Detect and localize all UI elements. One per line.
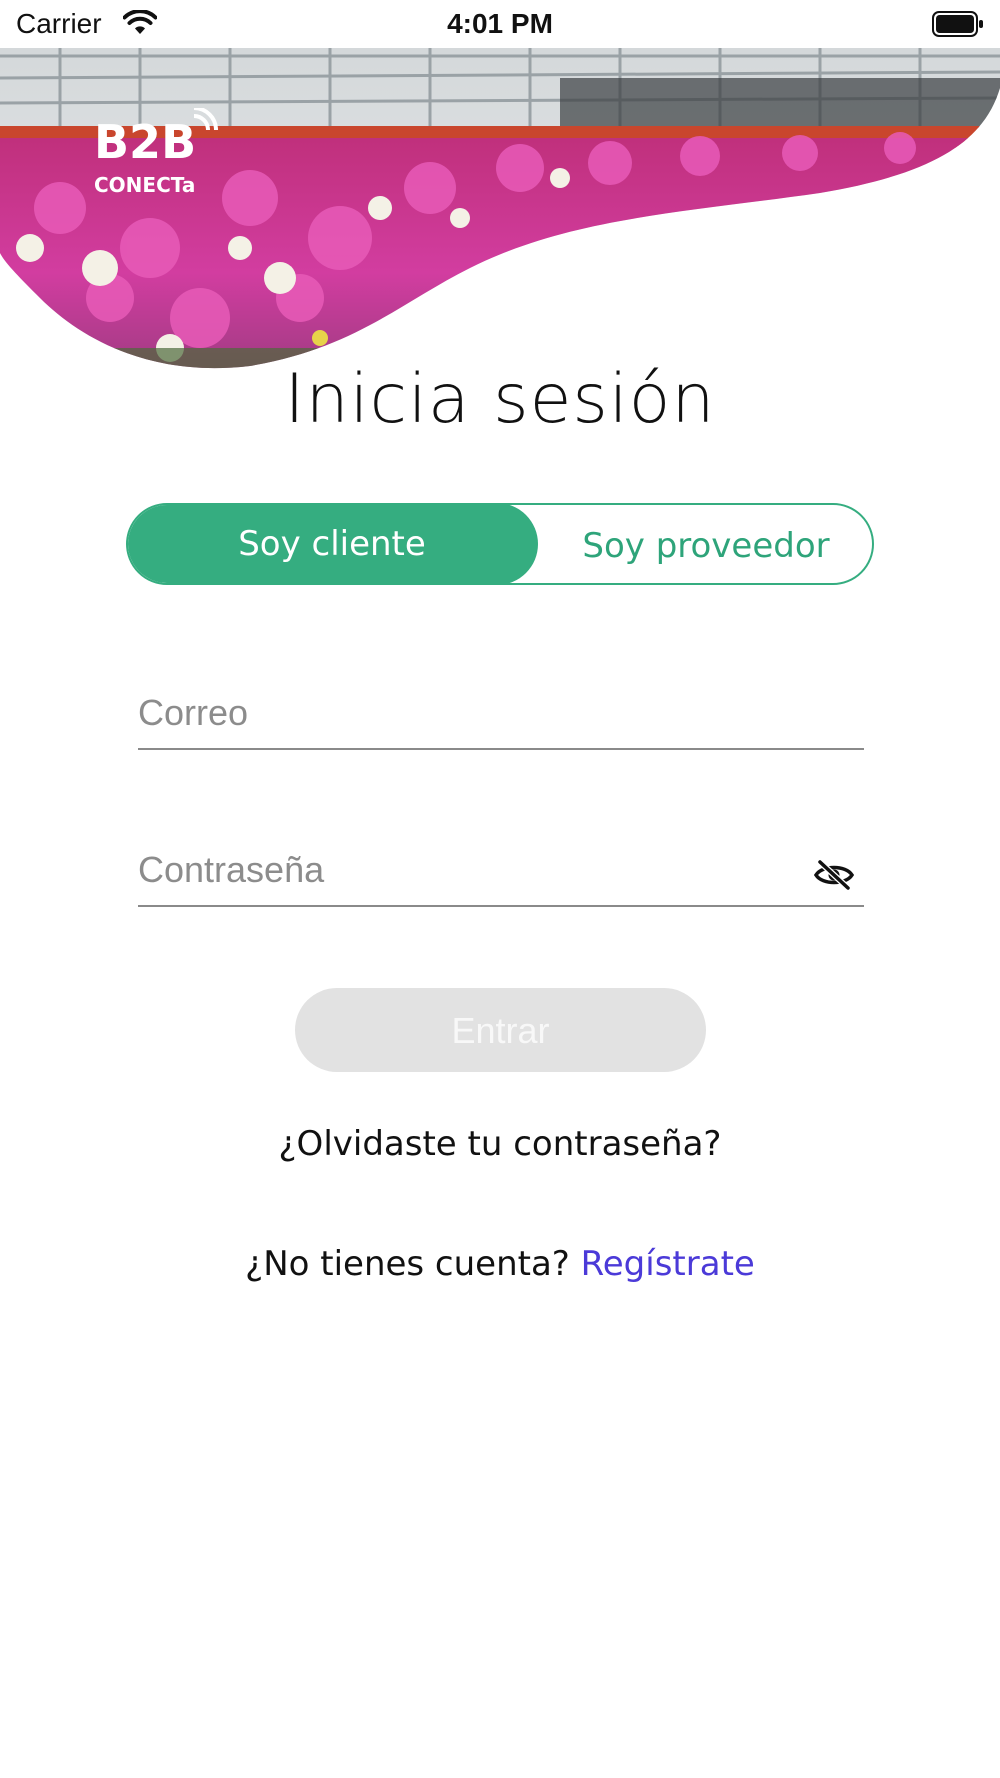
b2b-conecta-logo: B2B CONECTa [94,108,218,197]
forgot-password-link[interactable]: ¿Olvidaste tu contraseña? [0,1124,1000,1164]
email-field [138,668,864,750]
battery-icon [932,11,983,37]
register-link[interactable]: Regístrate [581,1244,755,1284]
header-flower-image [0,48,1000,369]
page-title: Inicia sesión [284,360,716,439]
segment-soy-proveedor[interactable]: Soy proveedor [538,505,872,583]
logo-text-bottom: CONECTa [94,173,195,197]
email-input[interactable] [138,692,778,734]
segment-soy-cliente[interactable]: Soy cliente [128,505,538,583]
register-row: ¿No tienes cuenta? Regístrate [0,1244,1000,1284]
enter-button[interactable]: Entrar [295,988,706,1072]
clock: 4:01 PM [447,8,553,39]
password-field [138,825,864,907]
no-account-label: ¿No tienes cuenta? [245,1244,570,1284]
logo-text-top: B2B [94,115,196,169]
eye-slash-icon[interactable] [814,859,854,891]
password-input[interactable] [138,849,778,891]
status-bar: Carrier 4:01 PM [0,0,1000,48]
user-type-toggle: Soy cliente Soy proveedor [126,503,874,585]
